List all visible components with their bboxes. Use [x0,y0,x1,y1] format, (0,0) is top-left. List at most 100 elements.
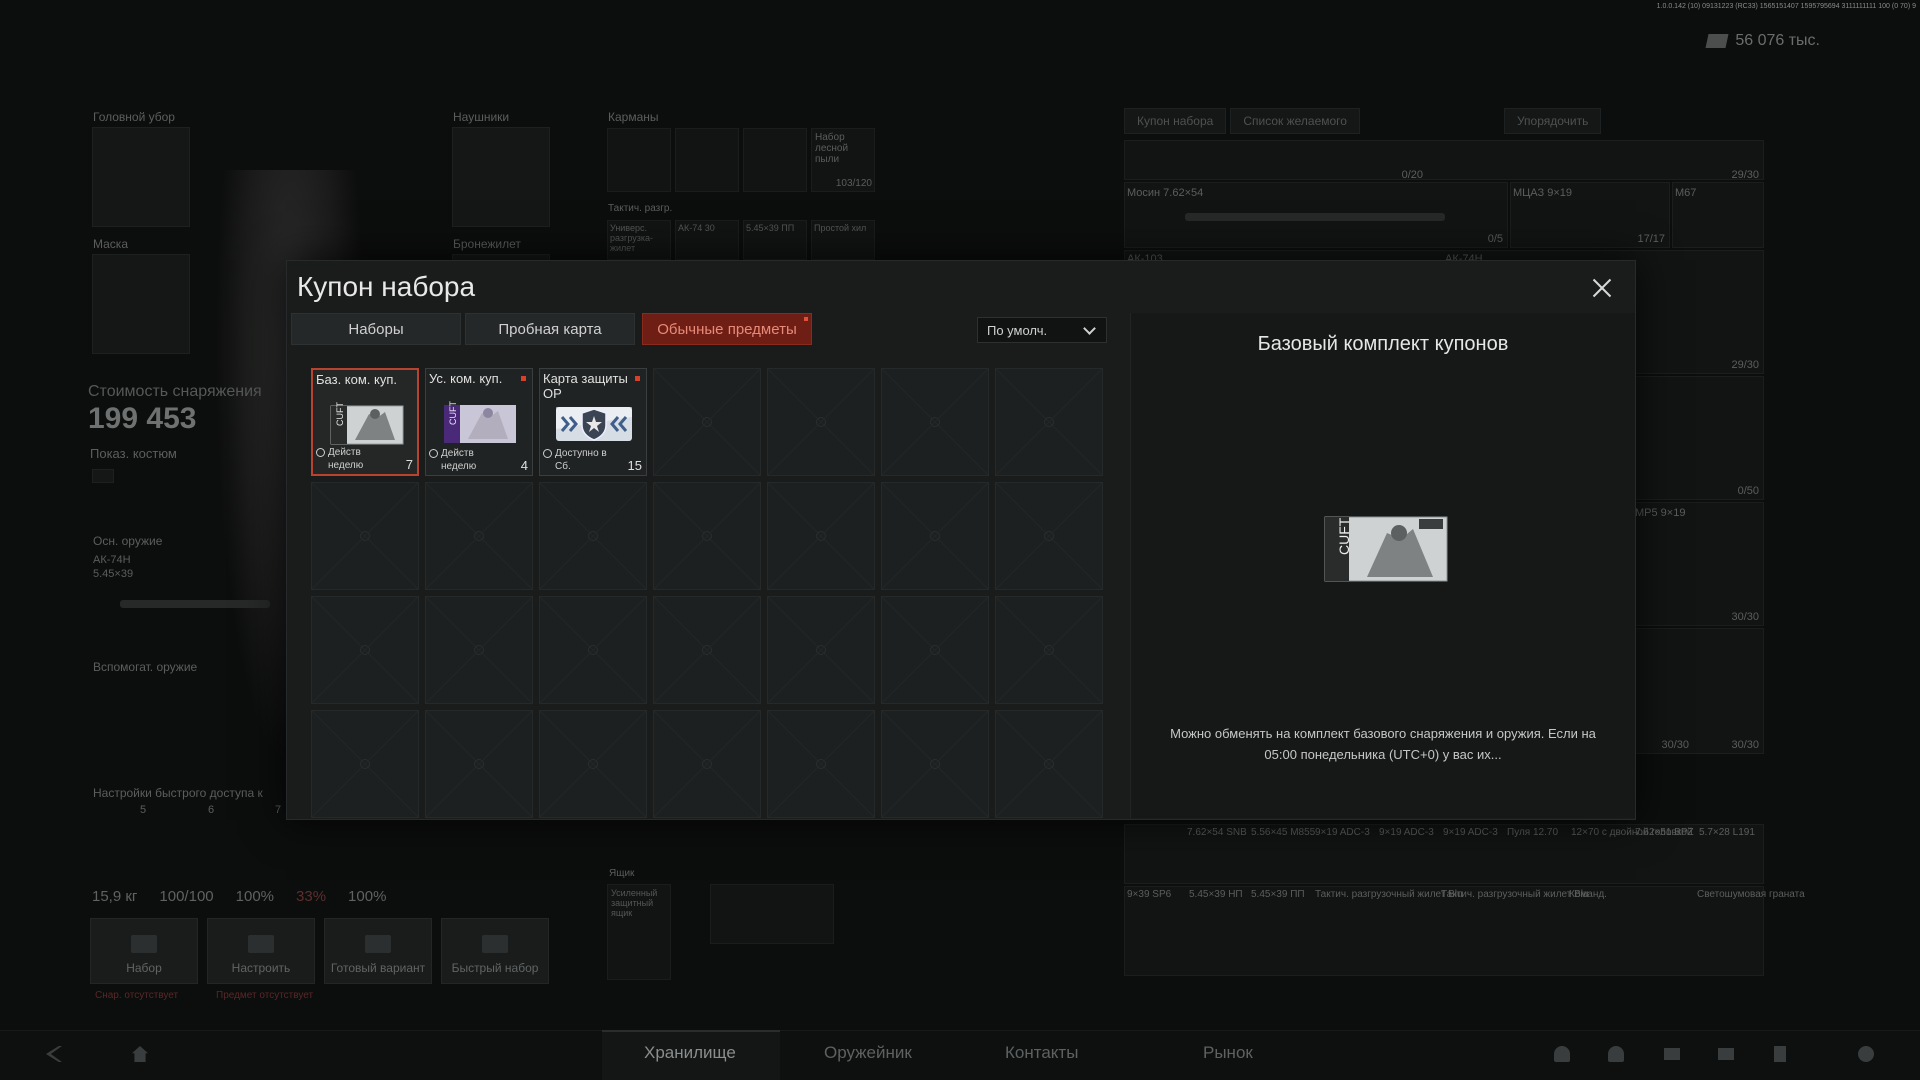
ammo-name: 5.56×45 M855 [1251,827,1316,838]
ammo-name: 7.62×51 BPZ [1635,827,1694,838]
empty-slot [425,710,533,818]
pocket-slot[interactable] [675,128,739,192]
configure-button-label: Настроить [231,961,291,975]
storage-row[interactable]: 0/20 29/30 [1124,140,1764,181]
empty-slot-icon [588,759,598,769]
quick-slot[interactable]: 7 [275,804,281,816]
empty-slot-icon [702,645,712,655]
item-grid: Баз. ком. куп. CUFT Действ неделю 7 Ус. … [311,368,1103,818]
notes-icon[interactable] [1774,1046,1786,1062]
tab-regular-items[interactable]: Обычные предметы [642,313,812,345]
crate-slot[interactable] [710,884,834,944]
pocket-slot[interactable] [743,128,807,192]
empty-slot-icon [816,417,826,427]
storage-item-name: Мосин 7.62×54 [1127,187,1204,199]
build-info: 1.0.0.142 (10) 09131223 (RC33) 156515140… [1656,3,1916,10]
slot-mask[interactable] [92,254,190,354]
bag-icon [248,935,274,953]
coupon-image-icon: CUFT [330,402,404,445]
storage-item[interactable]: Мосин 7.62×54 0/5 [1124,182,1508,248]
empty-slot-icon [360,531,370,541]
empty-slot [653,596,761,704]
slot-label-pockets: Карманы [608,110,659,124]
storage-tab-wishlist[interactable]: Список желаемого [1230,108,1360,134]
bottom-tab-storage[interactable]: Хранилище [644,1043,736,1063]
bottom-nav [0,1030,1920,1080]
empty-slot [311,710,419,818]
friends-icon[interactable] [1554,1046,1570,1062]
tab-kits[interactable]: Наборы [291,313,461,345]
chevron-down-icon [1083,322,1096,335]
crate-item[interactable]: Усиленный защитный ящик [607,884,671,980]
item-name: Карта защиты ОР [543,371,628,401]
item-detail-panel: Базовый комплект купонов CUFT Можно обме… [1130,313,1635,818]
storage-item-name: MP5 9×19 [1635,507,1686,519]
gear-value-label: Стоимость снаряжения [88,383,262,400]
settings-gear-icon[interactable] [1858,1046,1874,1062]
detail-title: Базовый комплект купонов [1257,333,1509,355]
vest-item[interactable]: Универс. разгрузка-жилет [607,220,671,260]
configure-button[interactable]: Настроить [207,918,315,984]
quick-loadout-button[interactable]: Быстрый набор [441,918,549,984]
empty-slot-icon [702,417,712,427]
tab-trial-card[interactable]: Пробная карта [465,313,635,345]
storage-misc-row[interactable]: 9×39 SP6 5.45×39 НП 5.45×39 ПП Тактич. р… [1124,886,1805,976]
costume-toggle[interactable] [92,469,114,483]
sort-dropdown[interactable]: По умолч. [977,317,1107,343]
new-indicator [521,376,526,381]
wallet-icon [1705,34,1729,48]
mail-icon[interactable] [1718,1048,1734,1060]
vest-item[interactable]: 5.45×39 ПП [743,220,807,260]
item-name: Ус. ком. куп. [429,371,503,386]
empty-slot [425,482,533,590]
slot-head[interactable] [92,127,190,227]
bottom-tab-armory[interactable]: Оружейник [824,1043,912,1063]
pocket-item-name: Набор лесной пыли [815,132,849,165]
item-count: 7 [405,457,413,472]
storage-count: 30/30 [1661,739,1689,751]
gear-value: 199 453 [88,402,197,435]
empty-slot [881,482,989,590]
pocket-item[interactable]: Набор лесной пыли 103/120 [811,128,875,192]
preset-button[interactable]: Готовый вариант [324,918,432,984]
chat-icon[interactable] [1664,1048,1680,1060]
empty-slot-icon [360,645,370,655]
ammo-name: 9×19 ADC-3 [1379,827,1434,838]
quick-slot[interactable]: 6 [208,804,214,816]
storage-ammo-row[interactable]: 7.62×54 SNB 5.56×45 M855 9×19 ADC-3 9×19… [1124,824,1764,884]
bottom-tab-contacts[interactable]: Контакты [1005,1043,1078,1063]
empty-slot-icon [702,759,712,769]
empty-slot [995,710,1103,818]
pocket-slot[interactable] [607,128,671,192]
quick-slot[interactable]: 5 [140,804,146,816]
misc-name: Команд. [1569,889,1607,900]
currency-display: 56 076 тыс. [1705,32,1820,50]
currency-amount: 56 076 тыс. [1735,32,1820,49]
storage-item[interactable]: МЦАЗ 9×19 17/17 [1510,182,1670,248]
storage-tab-sort[interactable]: Упорядочить [1503,108,1602,134]
storage-item[interactable]: М67 [1672,182,1764,248]
empty-slot [767,368,875,476]
empty-slot-icon [816,531,826,541]
vest-item[interactable]: Простой хил [811,220,875,260]
empty-slot [539,596,647,704]
protection-card-item[interactable]: Карта защиты ОР Доступно в Сб. 15 [539,368,647,476]
bottom-tab-market[interactable]: Рынок [1203,1043,1253,1063]
slot-label-armor: Бронежилет [453,237,521,251]
empty-slot [881,368,989,476]
close-icon[interactable] [1587,273,1617,303]
coupon-item-basic[interactable]: Баз. ком. куп. CUFT Действ неделю 7 [311,368,419,476]
storage-tab-coupon[interactable]: Купон набора [1124,108,1227,134]
secondary-weapon-label: Вспомогат. оружие [93,660,198,674]
coupon-item-advanced[interactable]: Ус. ком. куп. CUFT Действ неделю 4 [425,368,533,476]
ammo-name: 7.62×54 SNB [1187,827,1247,838]
stat-five: 100% [348,888,387,905]
empty-slot [539,482,647,590]
vest-item[interactable]: АК-74 30 [675,220,739,260]
svg-text:CUFT: CUFT [335,402,345,426]
profile-icon[interactable] [1608,1046,1624,1062]
empty-slot-icon [1044,759,1054,769]
slot-headphones[interactable] [452,127,550,227]
clock-icon [316,448,325,457]
loadout-button[interactable]: Набор [90,918,198,984]
